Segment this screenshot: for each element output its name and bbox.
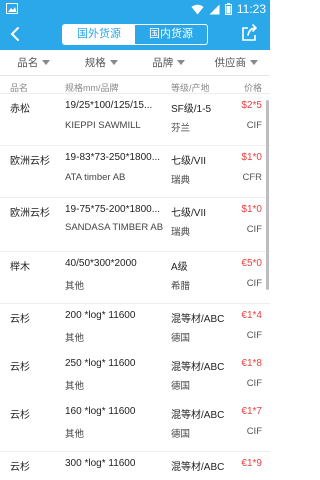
item-name: 云杉: [10, 462, 30, 473]
item-spec: 250 *log* 11600: [65, 358, 136, 369]
image-notification-icon: [6, 3, 18, 14]
share-icon[interactable]: [240, 23, 260, 43]
item-grade: SF级/1-5: [171, 104, 212, 115]
battery-icon: [224, 3, 232, 15]
item-grade: 混等材/ABC: [171, 314, 225, 325]
item-price: €1*4: [241, 310, 262, 321]
item-price: $2*5: [241, 100, 262, 111]
item-trade-term: CIF: [246, 120, 262, 131]
item-brand: 其他: [65, 429, 85, 440]
item-grade: 混等材/ABC: [171, 462, 225, 473]
item-price: €1*8: [241, 358, 262, 369]
header-bar: 国外货源 国内货源: [0, 18, 270, 50]
status-time: 11:23: [236, 2, 266, 16]
filter-spec-label: 规格: [84, 57, 106, 69]
list-item[interactable]: 欧洲云杉 19-83*73-250*1800... ATA timber AB …: [0, 146, 270, 198]
item-price: €1*7: [241, 406, 262, 417]
list-item[interactable]: 云杉 200 *log* 11600 其他 混等材/ABC 德国 €1*4 CI…: [0, 304, 270, 356]
list-item[interactable]: 欧洲云杉 19-75*75-200*1800... SANDASA TIMBER…: [0, 198, 270, 252]
filter-supplier-label: 供应商: [214, 57, 247, 69]
list-item[interactable]: 云杉 300 *log* 11600 混等材/ABC €1*9: [0, 452, 270, 480]
tab-domestic-source[interactable]: 国内货源: [135, 25, 207, 44]
item-spec: 19-75*75-200*1800...: [65, 204, 161, 215]
item-trade-term: CIF: [246, 426, 262, 437]
col-name: 品名: [10, 83, 29, 93]
item-trade-term: CIF: [246, 224, 262, 235]
item-grade: A级: [171, 262, 188, 273]
col-grade: 等级/产地: [171, 83, 210, 93]
item-brand: 其他: [65, 381, 85, 392]
item-brand: ATA timber AB: [65, 172, 126, 183]
col-spec: 规格mm/品牌: [65, 83, 119, 93]
item-origin: 希腊: [171, 281, 191, 292]
item-name: 云杉: [10, 362, 30, 373]
item-name: 云杉: [10, 314, 30, 325]
item-spec: 160 *log* 11600: [65, 406, 136, 417]
list-item[interactable]: 榉木 40/50*300*2000 其他 A级 希腊 €5*0 CIF: [0, 252, 270, 304]
item-brand: 其他: [65, 333, 85, 344]
item-spec: 200 *log* 11600: [65, 310, 136, 321]
filter-bar: 品名 规格 品牌 供应商: [0, 50, 270, 76]
item-origin: 德国: [171, 429, 191, 440]
status-bar: 11:23: [0, 0, 270, 18]
item-name: 云杉: [10, 410, 30, 421]
filter-brand-label: 品牌: [152, 57, 174, 69]
item-brand: SANDASA TIMBER AB: [65, 222, 164, 233]
filter-supplier[interactable]: 供应商: [203, 50, 271, 75]
signal-icon: [209, 4, 220, 14]
tab-foreign-source[interactable]: 国外货源: [63, 25, 135, 44]
col-price: 价格: [243, 83, 262, 93]
list-item[interactable]: 赤松 19/25*100/125/15... KIEPPI SAWMILL SF…: [0, 94, 270, 146]
item-price: $1*0: [241, 204, 262, 215]
item-name: 赤松: [10, 104, 30, 115]
item-spec: 19-83*73-250*1800...: [65, 152, 161, 163]
item-grade: 七级/VII: [171, 156, 207, 167]
item-grade: 混等材/ABC: [171, 410, 225, 421]
filter-name[interactable]: 品名: [0, 50, 68, 75]
item-trade-term: CIF: [246, 330, 262, 341]
item-trade-term: CFR: [242, 172, 262, 183]
item-spec: 40/50*300*2000: [65, 258, 137, 269]
item-trade-term: CIF: [246, 278, 262, 289]
item-origin: 芬兰: [171, 123, 191, 134]
item-origin: 瑞典: [171, 175, 191, 186]
item-trade-term: CIF: [246, 378, 262, 389]
column-header: 品名 规格mm/品牌 等级/产地 价格: [0, 76, 270, 94]
item-price: $1*0: [241, 152, 262, 163]
item-name: 欧洲云杉: [10, 156, 50, 167]
item-name: 欧洲云杉: [10, 208, 50, 219]
item-name: 榉木: [10, 262, 30, 273]
filter-name-label: 品名: [17, 57, 39, 69]
back-arrow-icon[interactable]: [6, 24, 26, 44]
scrollbar[interactable]: [266, 100, 269, 290]
source-tabs: 国外货源 国内货源: [62, 24, 208, 45]
filter-brand[interactable]: 品牌: [135, 50, 203, 75]
item-spec: 19/25*100/125/15...: [65, 100, 153, 111]
item-brand: KIEPPI SAWMILL: [65, 120, 141, 131]
item-price: €1*9: [241, 458, 262, 469]
list-item[interactable]: 云杉 160 *log* 11600 其他 混等材/ABC 德国 €1*7 CI…: [0, 400, 270, 452]
filter-spec[interactable]: 规格: [68, 50, 136, 75]
item-origin: 德国: [171, 381, 191, 392]
chevron-down-icon: [177, 60, 186, 65]
chevron-down-icon: [250, 60, 258, 65]
item-origin: 德国: [171, 333, 191, 344]
item-grade: 七级/VII: [171, 208, 207, 219]
item-spec: 300 *log* 11600: [65, 458, 136, 469]
item-grade: 混等材/ABC: [171, 362, 225, 373]
chevron-down-icon: [109, 60, 118, 65]
item-brand: 其他: [65, 281, 85, 292]
item-price: €5*0: [241, 258, 262, 269]
item-origin: 瑞典: [171, 227, 191, 238]
wifi-icon: [191, 4, 204, 14]
chevron-down-icon: [42, 60, 51, 65]
list-item[interactable]: 云杉 250 *log* 11600 其他 混等材/ABC 德国 €1*8 CI…: [0, 352, 270, 404]
